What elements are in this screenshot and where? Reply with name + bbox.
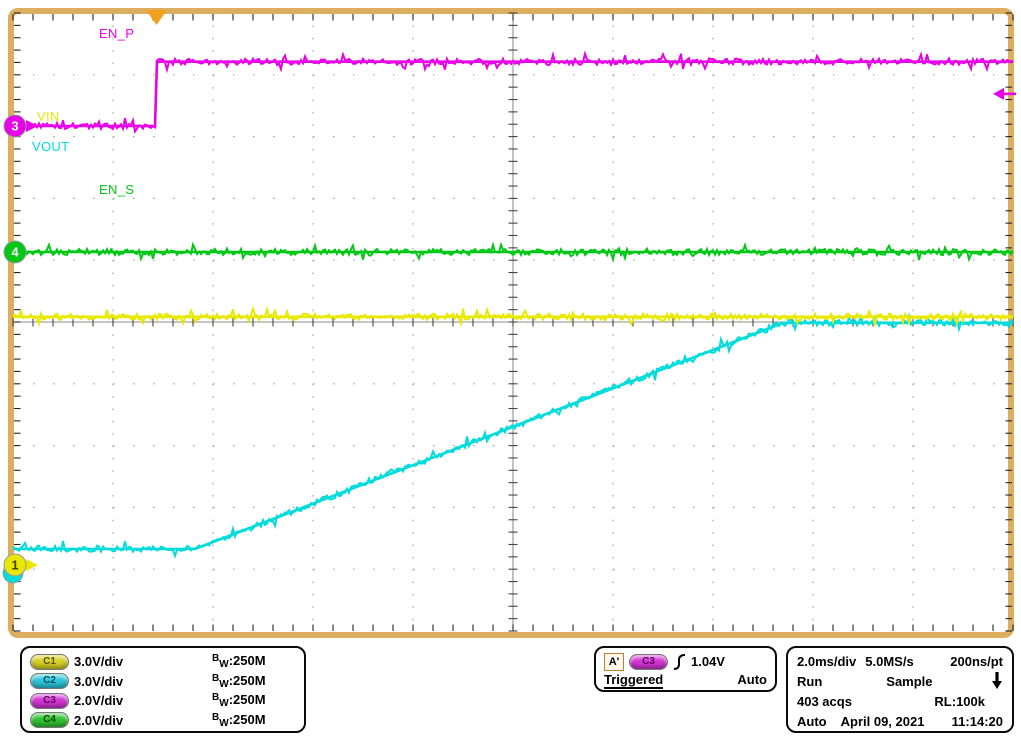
record-length: RL:100k (934, 694, 985, 709)
svg-text:4: 4 (11, 245, 19, 260)
waveform-display: 1 3 4 (0, 0, 1021, 644)
channel-row-c4: C4 2.0V/div BW:250M (30, 711, 294, 731)
channel-badge-c4[interactable]: C4 (30, 712, 69, 728)
channel-scale-c3: 2.0V/div (74, 693, 212, 708)
timebase-panel: 2.0ms/div 5.0MS/s 200ns/pt Run Sample 40… (786, 646, 1014, 733)
channel-bandwidth-c3: BW:250M (212, 692, 294, 709)
date-label: April 09, 2021 (841, 714, 925, 729)
trigger-mode: Auto (737, 672, 767, 687)
channel-scale-c2: 3.0V/div (74, 674, 212, 689)
trigger-mode-label: Auto (797, 714, 827, 729)
svg-text:3: 3 (11, 119, 18, 134)
channel-badge-c1[interactable]: C1 (30, 654, 69, 670)
trace-label-en-p: EN_P (99, 26, 134, 41)
run-state: Run (797, 674, 822, 689)
arrow-down-icon (991, 672, 1003, 690)
channel-row-c1: C1 3.0V/div BW:250M (30, 652, 294, 672)
trace-en_s (11, 245, 1016, 260)
channel-scale-c1: 3.0V/div (74, 654, 212, 669)
trace-label-vout: VOUT (32, 139, 69, 154)
trace-en_p (11, 54, 1016, 132)
timebase-scale: 2.0ms/div (797, 654, 856, 669)
channel-bandwidth-c2: BW:250M (212, 673, 294, 690)
channel-scale-c4: 2.0V/div (74, 713, 212, 728)
sample-resolution: 200ns/pt (950, 654, 1003, 669)
traces (11, 54, 1016, 556)
channel-row-c2: C2 3.0V/div BW:250M (30, 672, 294, 692)
channel-bandwidth-c1: BW:250M (212, 653, 294, 670)
rising-edge-icon (673, 653, 686, 671)
channel-readout-panel: C1 3.0V/div BW:250M C2 3.0V/div BW:250M … (20, 646, 306, 733)
trigger-source-badge[interactable]: C3 (629, 654, 668, 670)
acquisition-mode: Sample (886, 674, 932, 689)
trigger-status: Triggered (604, 672, 663, 689)
trace-label-vin: VIN (37, 109, 60, 124)
channel-marker-c3[interactable]: 3 (4, 115, 38, 137)
trigger-position-marker[interactable] (146, 10, 167, 25)
svg-text:1: 1 (11, 558, 18, 573)
trigger-readout-panel: A' C3 1.04V Triggered Auto (594, 646, 777, 692)
channel-row-c3: C3 2.0V/div BW:250M (30, 691, 294, 711)
time-label: 11:14:20 (952, 714, 1003, 729)
oscilloscope-screen: { "wave_labels": { "en_p": "EN_P", "vin"… (0, 0, 1021, 736)
trigger-aux-badge[interactable]: A' (604, 653, 624, 671)
channel-marker-c1[interactable]: 1 (4, 554, 38, 576)
channel-badge-c2[interactable]: C2 (30, 673, 69, 689)
trigger-level-value: 1.04V (691, 654, 725, 669)
trace-label-en-s: EN_S (99, 182, 134, 197)
channel-marker-c4[interactable]: 4 (4, 241, 26, 263)
channel-bandwidth-c4: BW:250M (212, 712, 294, 729)
acquisition-count: 403 acqs (797, 694, 852, 709)
channel-badge-c3[interactable]: C3 (30, 693, 69, 709)
sample-rate: 5.0MS/s (865, 654, 913, 669)
